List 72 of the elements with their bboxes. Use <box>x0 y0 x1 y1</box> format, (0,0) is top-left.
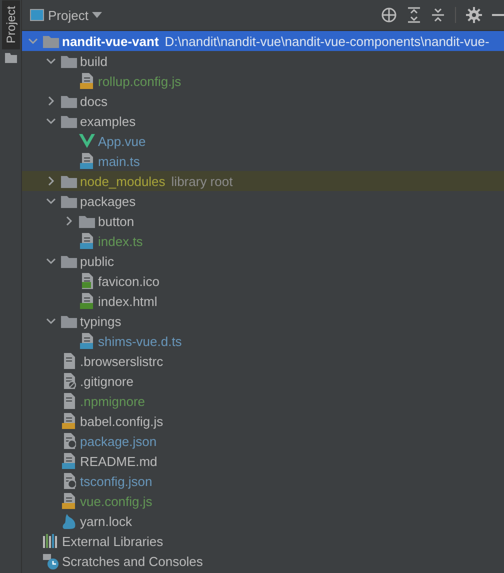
clock-document-icon <box>42 552 60 570</box>
folder-icon <box>79 214 95 228</box>
file-icon <box>62 453 76 469</box>
file-icon <box>62 493 76 509</box>
project-tab[interactable]: Project <box>2 0 20 50</box>
tree-item[interactable]: index.html <box>98 294 158 308</box>
chevron-right-icon[interactable] <box>46 176 56 186</box>
file-icon <box>62 353 76 369</box>
item-hint: library root <box>171 174 233 188</box>
project-path: D:\nandit\nandit-vue\nandit-vue-components\nandit-vue- <box>164 34 490 48</box>
chevron-down-icon[interactable] <box>46 196 56 206</box>
settings-icon[interactable] <box>466 7 482 23</box>
collapse-all-icon[interactable] <box>431 7 445 23</box>
tree-item[interactable]: packages <box>80 194 136 208</box>
folder-icon <box>61 254 77 268</box>
folder-icon <box>61 54 77 68</box>
file-icon <box>80 273 94 289</box>
folder-icon <box>61 94 77 108</box>
tree-item[interactable]: typings <box>80 314 122 328</box>
crosshair-icon[interactable] <box>381 7 397 23</box>
tree-item[interactable]: yarn.lock <box>80 514 132 528</box>
tree-item[interactable]: .npmignore <box>80 394 146 408</box>
file-icon <box>62 433 76 449</box>
chevron-right-icon[interactable] <box>46 96 56 106</box>
tree-item[interactable]: index.ts <box>98 234 143 248</box>
tree-item[interactable]: External Libraries <box>62 534 164 548</box>
tree-item[interactable]: examples <box>80 114 136 128</box>
window-icon <box>30 9 44 21</box>
tree-item[interactable]: rollup.config.js <box>98 74 182 88</box>
file-icon <box>80 293 94 309</box>
folder-icon <box>61 174 77 188</box>
tree-item[interactable]: .browserslistrc <box>80 354 164 368</box>
chevron-down-icon[interactable] <box>46 256 56 266</box>
folder-icon <box>43 34 59 48</box>
tree-item[interactable]: main.ts <box>98 154 140 168</box>
file-icon <box>62 413 76 429</box>
file-icon <box>62 373 76 389</box>
tree-item[interactable]: build <box>80 54 108 68</box>
tree-item[interactable]: .gitignore <box>80 374 134 388</box>
file-icon <box>80 233 94 249</box>
expand-all-icon[interactable] <box>407 7 421 23</box>
tree-item[interactable]: babel.config.js <box>80 414 164 428</box>
tree-item[interactable]: button <box>98 214 134 228</box>
tree-item[interactable]: Scratches and Consoles <box>62 554 203 568</box>
tree-item[interactable]: docs <box>80 94 108 108</box>
file-icon <box>62 473 76 489</box>
tree-item[interactable]: tsconfig.json <box>80 474 152 488</box>
file-icon <box>80 73 94 89</box>
panel-title: Project <box>48 8 88 22</box>
folder-icon <box>61 114 77 128</box>
file-icon <box>80 153 94 169</box>
tree-item[interactable]: nandit-vue-vant <box>62 34 159 48</box>
tree-item[interactable]: public <box>80 254 114 268</box>
chevron-right-icon[interactable] <box>64 216 74 226</box>
bar-chart-icon <box>43 534 59 548</box>
tree-item[interactable]: node_modules <box>80 174 166 188</box>
chevron-down-icon[interactable] <box>46 56 56 66</box>
tree-item[interactable]: App.vue <box>98 134 146 148</box>
file-icon <box>62 393 76 409</box>
folder-icon <box>61 194 77 208</box>
dropdown-caret-icon[interactable] <box>92 12 102 18</box>
vue-logo-icon <box>79 134 95 148</box>
folder-icon <box>61 314 77 328</box>
file-icon <box>80 333 94 349</box>
tree-item[interactable]: shims-vue.d.ts <box>98 334 182 348</box>
tree-item[interactable]: package.json <box>80 434 157 448</box>
chevron-down-icon[interactable] <box>46 116 56 126</box>
tree-item[interactable]: favicon.ico <box>98 274 160 288</box>
tree-item[interactable]: README.md <box>80 454 158 468</box>
tree-item[interactable]: vue.config.js <box>80 494 152 508</box>
chevron-down-icon[interactable] <box>46 316 56 326</box>
folder-icon[interactable] <box>4 53 16 64</box>
